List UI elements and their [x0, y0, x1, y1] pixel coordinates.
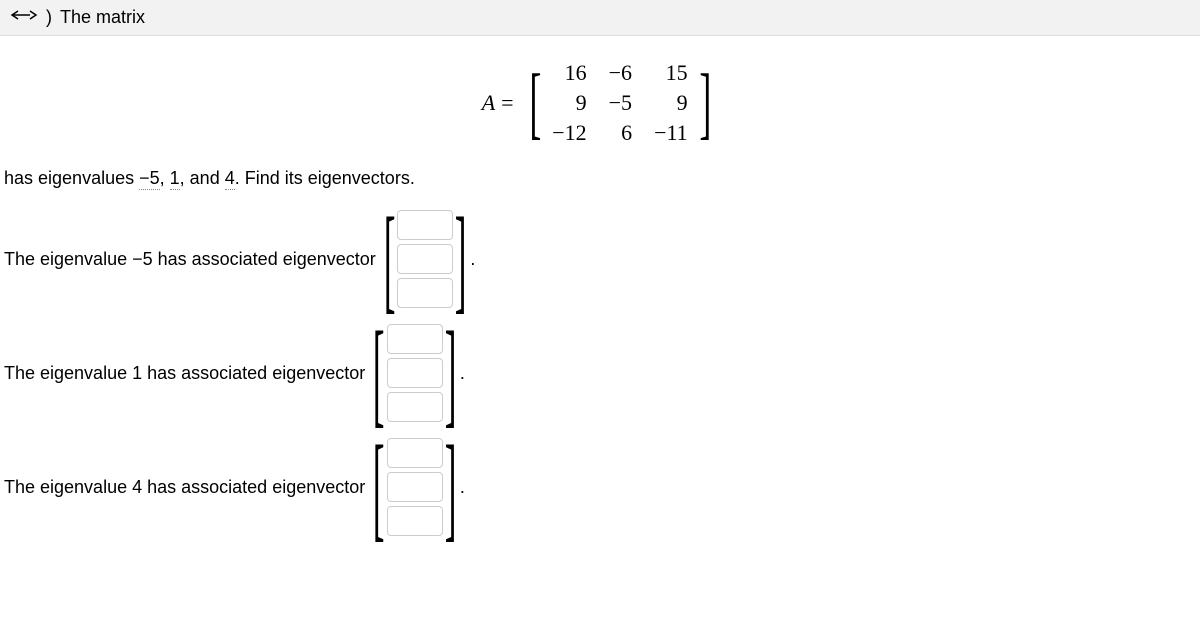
text: has associated eigenvector	[142, 363, 365, 383]
left-bracket: [	[529, 63, 541, 143]
text: ,	[160, 168, 170, 188]
nav-icon[interactable]	[10, 6, 38, 29]
vector-component-input[interactable]	[387, 472, 443, 502]
period: .	[470, 249, 475, 270]
eigenvector-row-2: The eigenvalue 1 has associated eigenvec…	[4, 323, 1196, 423]
text: The eigenvalue	[4, 363, 132, 383]
text: . Find its eigenvectors.	[235, 168, 415, 188]
vector-component-input[interactable]	[397, 278, 453, 308]
intro-text: The matrix	[60, 7, 145, 28]
text: has eigenvalues	[4, 168, 139, 188]
equals-sign: =	[501, 90, 513, 116]
right-bracket: ]	[444, 323, 456, 423]
eigenvalue-sentence: has eigenvalues −5, 1, and 4. Find its e…	[4, 168, 1196, 189]
vector-component-input[interactable]	[387, 358, 443, 388]
left-bracket: [	[384, 209, 396, 309]
question-body: A = [ 16 −6 15 9 −5 9 −12 6 −11 ] has ei…	[0, 36, 1200, 571]
period: .	[460, 363, 465, 384]
vector-component-input[interactable]	[387, 392, 443, 422]
matrix-cell: −12	[552, 120, 586, 146]
matrix-cell: 15	[654, 60, 688, 86]
matrix-cell: 16	[552, 60, 586, 86]
vector-component-input[interactable]	[387, 506, 443, 536]
eigenvalue-2: 1	[170, 168, 180, 190]
vector-input-group: [ ]	[371, 323, 458, 423]
matrix-cell: 6	[609, 120, 632, 146]
eigenvector-label: The eigenvalue 1 has associated eigenvec…	[4, 363, 365, 384]
right-bracket: ]	[455, 209, 467, 309]
matrix-cell: −6	[609, 60, 632, 86]
matrix-cell: 9	[654, 90, 688, 116]
text: has associated eigenvector	[153, 249, 376, 269]
eigenvalue-ref: −5	[132, 249, 153, 269]
period: .	[460, 477, 465, 498]
right-bracket: ]	[699, 63, 711, 143]
vector-component-input[interactable]	[397, 210, 453, 240]
left-bracket: [	[373, 437, 385, 537]
text: The eigenvalue	[4, 477, 132, 497]
eigenvector-label: The eigenvalue −5 has associated eigenve…	[4, 249, 376, 270]
eigenvector-label: The eigenvalue 4 has associated eigenvec…	[4, 477, 365, 498]
vector-component-input[interactable]	[387, 438, 443, 468]
eigenvalue-ref: 1	[132, 363, 142, 383]
text: , and	[180, 168, 225, 188]
matrix-lhs: A	[482, 90, 495, 116]
eigenvector-row-1: The eigenvalue −5 has associated eigenve…	[4, 209, 1196, 309]
top-bar: ) The matrix	[0, 0, 1200, 36]
vector-input-group: [ ]	[371, 437, 458, 537]
left-bracket: [	[373, 323, 385, 423]
matrix-cell: 9	[552, 90, 586, 116]
vector-input-group: [ ]	[382, 209, 469, 309]
vector-component-input[interactable]	[397, 244, 453, 274]
eigenvalue-ref: 4	[132, 477, 142, 497]
text: The eigenvalue	[4, 249, 132, 269]
matrix-grid: 16 −6 15 9 −5 9 −12 6 −11	[548, 58, 691, 148]
matrix-cell: −5	[609, 90, 632, 116]
text: has associated eigenvector	[142, 477, 365, 497]
vector-component-input[interactable]	[387, 324, 443, 354]
eigenvector-row-3: The eigenvalue 4 has associated eigenvec…	[4, 437, 1196, 537]
eigenvalue-3: 4	[225, 168, 235, 190]
close-paren: )	[46, 7, 52, 28]
eigenvalue-1: −5	[139, 168, 160, 190]
right-bracket: ]	[444, 437, 456, 537]
matrix-cell: −11	[654, 120, 688, 146]
matrix-equation: A = [ 16 −6 15 9 −5 9 −12 6 −11 ]	[4, 58, 1196, 148]
